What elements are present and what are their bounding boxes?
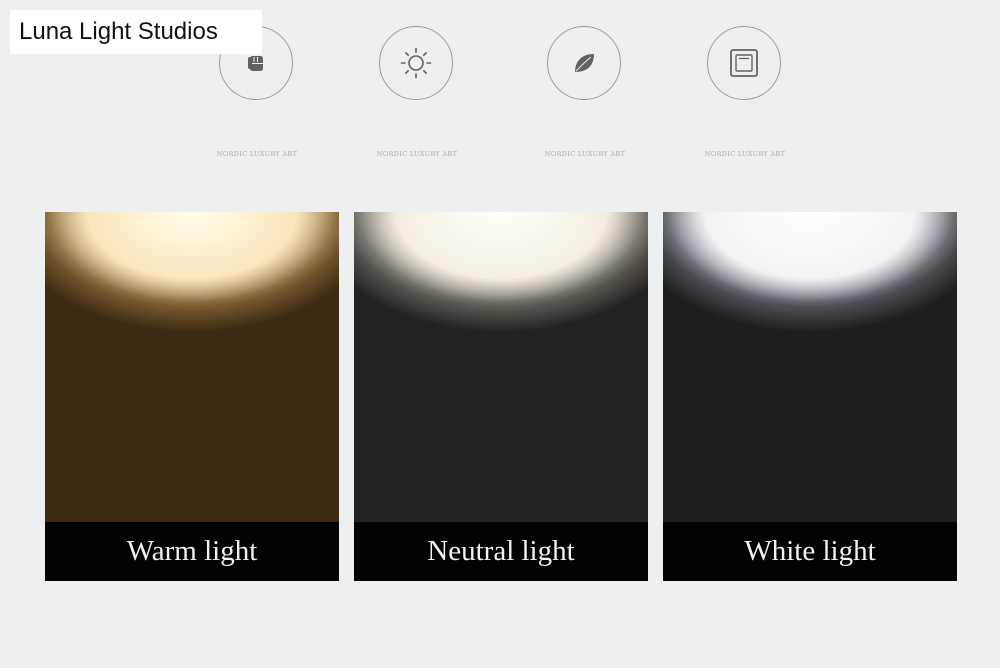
neutral-light-panel: Neutral light xyxy=(354,212,648,581)
brand-watermark: Luna Light Studios xyxy=(10,10,262,54)
warm-light-label: Warm light xyxy=(45,522,339,581)
sun-icon xyxy=(400,47,432,79)
neutral-light-label: Neutral light xyxy=(354,522,648,581)
neutral-light-sample xyxy=(354,212,648,522)
switch-icon xyxy=(730,49,758,77)
feature-item: NORDIC LUXURY ART xyxy=(685,26,805,166)
white-light-label: White light xyxy=(663,522,957,581)
white-light-panel: White light xyxy=(663,212,957,581)
feature-icon-circle xyxy=(379,26,453,100)
feature-item: NORDIC LUXURY ART xyxy=(357,26,477,166)
warm-light-sample xyxy=(45,212,339,522)
feature-icon-circle xyxy=(547,26,621,100)
white-light-sample xyxy=(663,212,957,522)
feature-caption: NORDIC LUXURY ART xyxy=(704,150,786,158)
leaf-icon xyxy=(575,54,594,72)
feature-caption: NORDIC LUXURY ART xyxy=(376,150,458,158)
feature-caption: NORDIC LUXURY ART xyxy=(544,150,626,158)
warm-light-panel: Warm light xyxy=(45,212,339,581)
feature-caption: NORDIC LUXURY ART xyxy=(216,150,298,158)
feature-item: NORDIC LUXURY ART xyxy=(525,26,645,166)
feature-icon-circle xyxy=(707,26,781,100)
